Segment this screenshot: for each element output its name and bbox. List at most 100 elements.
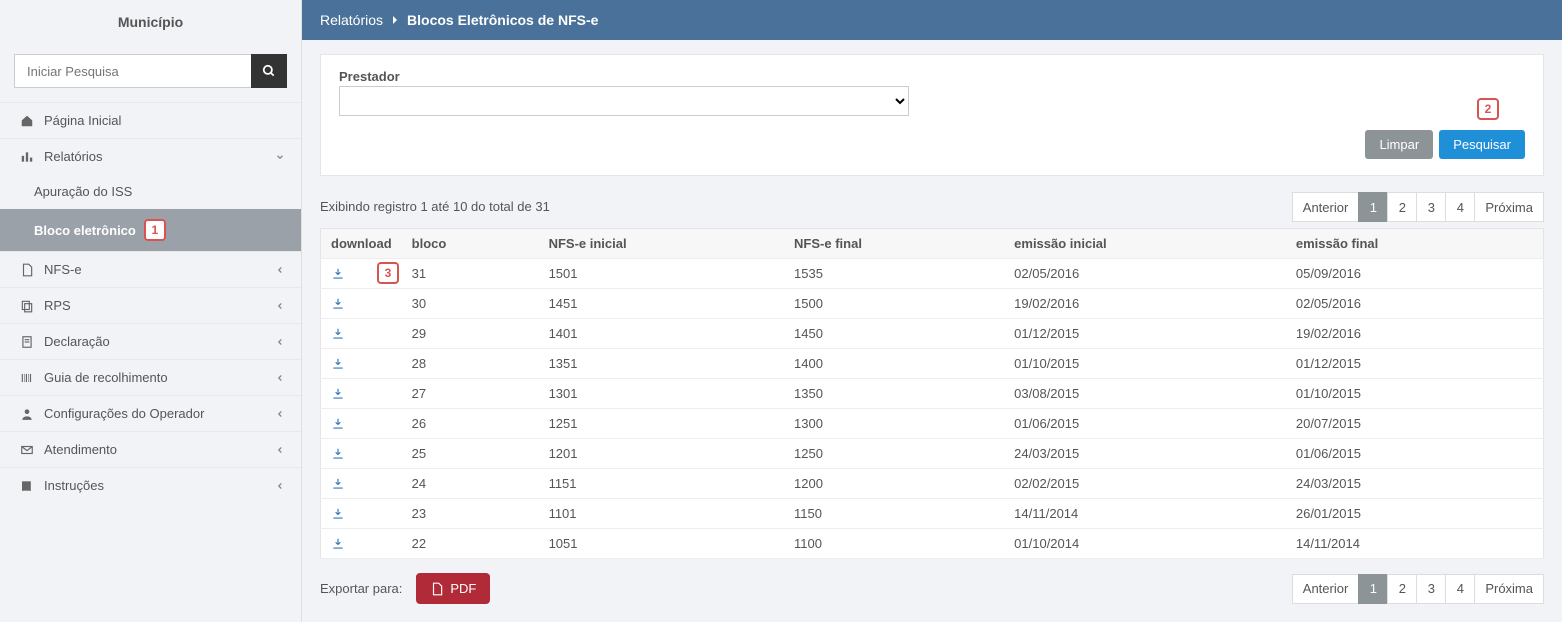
col-bloco: bloco [402,229,539,259]
table-row: 221051110001/10/201414/11/2014 [321,529,1544,559]
menu-label: Guia de recolhimento [44,370,168,385]
cell-nfse-inicial: 1151 [539,469,784,499]
main-content: Relatórios Blocos Eletrônicos de NFS-e P… [302,0,1562,622]
menu-guia-recolhimento[interactable]: Guia de recolhimento [0,360,301,395]
menu-label: Bloco eletrônico [34,223,136,238]
pager-next[interactable]: Próxima [1474,574,1544,604]
breadcrumb-1: Relatórios [320,12,383,28]
cell-bloco: 31 [402,259,539,289]
table-row: 301451150019/02/201602/05/2016 [321,289,1544,319]
table-row: 291401145001/12/201519/02/2016 [321,319,1544,349]
cell-emissao-final: 05/09/2016 [1286,259,1544,289]
barcode-icon [20,371,38,385]
cell-nfse-final: 1100 [784,529,1004,559]
download-icon[interactable] [331,297,392,311]
pager-next[interactable]: Próxima [1474,192,1544,222]
download-icon[interactable] [331,507,392,521]
menu-configuracoes-operador[interactable]: Configurações do Operador [0,396,301,431]
search-input[interactable] [14,54,251,88]
cell-nfse-inicial: 1451 [539,289,784,319]
cell-nfse-final: 1300 [784,409,1004,439]
cell-nfse-inicial: 1201 [539,439,784,469]
book-icon [20,479,38,493]
chevron-left-icon [275,373,285,383]
pager-top: Anterior 1 2 3 4 Próxima [1293,192,1544,222]
submenu-bloco-eletronico[interactable]: Bloco eletrônico 1 [0,209,301,251]
cell-emissao-final: 02/05/2016 [1286,289,1544,319]
menu-instrucoes[interactable]: Instruções [0,468,301,503]
cell-nfse-inicial: 1051 [539,529,784,559]
pager-page-4[interactable]: 4 [1445,192,1475,222]
user-icon [20,407,38,421]
filter-panel: Prestador 2 Limpar Pesquisar [320,54,1544,176]
cell-bloco: 28 [402,349,539,379]
cell-bloco: 23 [402,499,539,529]
cell-emissao-inicial: 01/12/2015 [1004,319,1286,349]
download-icon[interactable] [331,387,392,401]
search-button[interactable]: Pesquisar [1439,130,1525,159]
menu-label: Relatórios [44,149,103,164]
arrow-right-icon [389,14,401,26]
menu-atendimento[interactable]: Atendimento [0,432,301,467]
pager-page-3[interactable]: 3 [1416,574,1446,604]
home-icon [20,114,38,128]
menu-rps[interactable]: RPS [0,288,301,323]
chevron-left-icon [275,409,285,419]
export-pdf-button[interactable]: PDF [416,573,490,604]
menu-label: Apuração do ISS [34,184,132,199]
search-icon [262,64,276,78]
pager-prev[interactable]: Anterior [1292,574,1360,604]
sidebar: Município Página Inicial [0,0,302,622]
cell-emissao-inicial: 02/05/2016 [1004,259,1286,289]
table-row: 271301135003/08/201501/10/2015 [321,379,1544,409]
cell-emissao-inicial: 02/02/2015 [1004,469,1286,499]
cell-bloco: 24 [402,469,539,499]
menu-reports[interactable]: Relatórios [0,139,301,174]
cell-emissao-inicial: 01/10/2014 [1004,529,1286,559]
menu-nfse[interactable]: NFS-e [0,252,301,287]
download-icon[interactable] [331,537,392,551]
pager-prev[interactable]: Anterior [1292,192,1360,222]
chevron-down-icon [275,152,285,162]
breadcrumb-2: Blocos Eletrônicos de NFS-e [407,12,598,28]
download-icon[interactable] [331,477,392,491]
download-icon[interactable] [331,447,392,461]
cell-emissao-final: 24/03/2015 [1286,469,1544,499]
cell-emissao-final: 01/06/2015 [1286,439,1544,469]
sidebar-search [14,54,287,88]
menu-label: Configurações do Operador [44,406,204,421]
table-row: 3311501153502/05/201605/09/2016 [321,259,1544,289]
pager-page-2[interactable]: 2 [1387,192,1417,222]
file-icon [20,335,38,349]
chevron-left-icon [275,445,285,455]
pager-page-2[interactable]: 2 [1387,574,1417,604]
download-icon[interactable] [331,417,392,431]
cell-nfse-final: 1150 [784,499,1004,529]
menu-declaracao[interactable]: Declaração [0,324,301,359]
cell-bloco: 25 [402,439,539,469]
download-icon[interactable] [331,327,392,341]
chevron-left-icon [275,301,285,311]
search-button[interactable] [251,54,287,88]
sidebar-title: Município [0,0,301,54]
cell-nfse-inicial: 1301 [539,379,784,409]
pager-page-1[interactable]: 1 [1358,192,1388,222]
submenu-apuracao-iss[interactable]: Apuração do ISS [0,174,301,209]
download-icon[interactable] [331,357,392,371]
cell-nfse-final: 1200 [784,469,1004,499]
pager-bottom: Anterior 1 2 3 4 Próxima [1293,574,1544,604]
cell-nfse-final: 1450 [784,319,1004,349]
clear-button[interactable]: Limpar [1365,130,1433,159]
pager-page-4[interactable]: 4 [1445,574,1475,604]
callout-3: 3 [377,262,399,284]
prestador-select[interactable] [339,86,909,116]
export-label: Exportar para: [320,581,402,596]
cell-bloco: 29 [402,319,539,349]
pager-page-3[interactable]: 3 [1416,192,1446,222]
document-icon [20,263,38,277]
menu-home[interactable]: Página Inicial [0,103,301,138]
cell-nfse-final: 1250 [784,439,1004,469]
cell-emissao-inicial: 14/11/2014 [1004,499,1286,529]
menu-label: RPS [44,298,71,313]
pager-page-1[interactable]: 1 [1358,574,1388,604]
